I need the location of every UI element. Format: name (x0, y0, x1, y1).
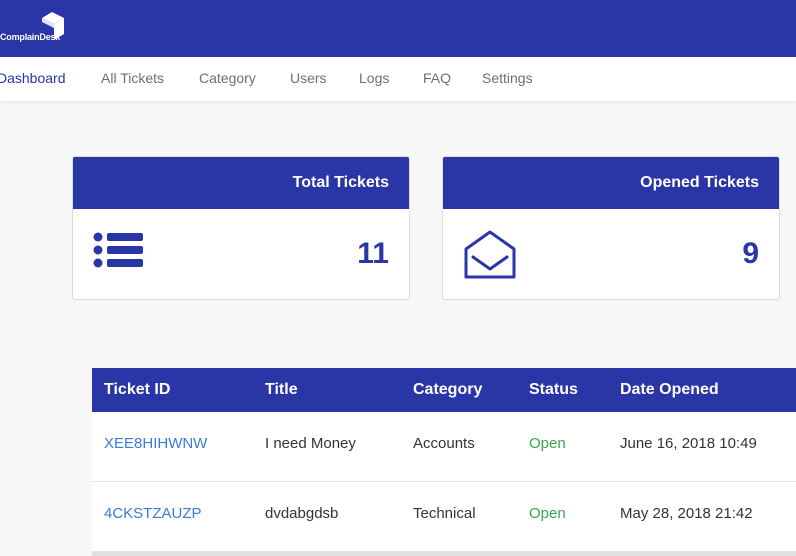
ticket-title: I need Money (265, 435, 356, 452)
ticket-category: Technical (413, 505, 476, 522)
tickets-table: Ticket ID Title Category Status Date Ope… (92, 368, 796, 556)
ticket-id-link[interactable]: 4CKSTZAUZP (104, 505, 202, 522)
brand-name: ComplainDesk (0, 32, 61, 42)
ticket-id-link[interactable]: XEE8HIHWNW (104, 435, 207, 452)
top-bar: ComplainDesk (0, 0, 796, 57)
table-header: Ticket ID Title Category Status Date Ope… (92, 368, 796, 412)
ticket-status: Open (529, 435, 566, 452)
ticket-date: June 16, 2018 10:49 (620, 435, 757, 452)
ticket-title: dvdabgdsb (265, 505, 339, 522)
opened-tickets-card: Opened Tickets 9 (442, 156, 780, 300)
col-status[interactable]: Status (529, 381, 578, 399)
nav-faq[interactable]: FAQ (423, 70, 451, 86)
col-title[interactable]: Title (265, 381, 298, 399)
nav-users[interactable]: Users (290, 70, 327, 86)
card-title: Total Tickets (73, 157, 409, 209)
brand-logo[interactable]: ComplainDesk (0, 12, 70, 44)
table-row[interactable]: XEE8HIHWNW I need Money Accounts Open Ju… (92, 412, 796, 482)
nav-dashboard[interactable]: Dashboard (0, 70, 66, 86)
list-icon (93, 232, 143, 268)
total-tickets-card: Total Tickets 11 (72, 156, 410, 300)
ticket-date: May 28, 2018 21:42 (620, 505, 753, 522)
nav-all-tickets[interactable]: All Tickets (101, 70, 164, 86)
table-row[interactable]: 4CKSTZAUZP dvdabgdsb Technical Open May … (92, 482, 796, 552)
total-tickets-value: 11 (357, 237, 389, 270)
ticket-category: Accounts (413, 435, 475, 452)
col-category[interactable]: Category (413, 381, 482, 399)
nav-settings[interactable]: Settings (482, 70, 533, 86)
ticket-status: Open (529, 505, 566, 522)
col-ticket-id[interactable]: Ticket ID (104, 381, 170, 399)
table-divider (92, 552, 796, 556)
main-nav: Dashboard All Tickets Category Users Log… (0, 57, 796, 101)
nav-category[interactable]: Category (199, 70, 256, 86)
card-title: Opened Tickets (443, 157, 779, 209)
open-envelope-icon (464, 230, 516, 279)
nav-logs[interactable]: Logs (359, 70, 389, 86)
opened-tickets-value: 9 (742, 237, 759, 270)
col-date-opened[interactable]: Date Opened (620, 381, 719, 399)
